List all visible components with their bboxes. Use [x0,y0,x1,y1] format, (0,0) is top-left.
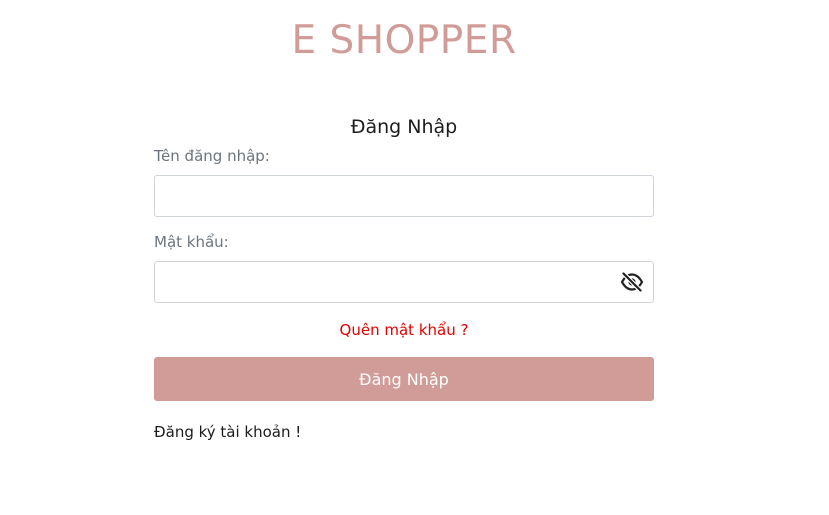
forgot-password-link[interactable]: Quên mật khẩu ? [154,319,654,341]
register-link[interactable]: Đăng ký tài khoản ! [154,421,654,443]
login-page: E SHOPPER Đăng Nhập Tên đăng nhập: Mật k… [0,0,829,515]
form-title: Đăng Nhập [350,116,458,138]
password-field-wrapper [154,261,654,303]
eye-slash-icon[interactable] [620,271,644,293]
password-input[interactable] [155,262,653,302]
username-field-wrapper [154,175,654,217]
username-input[interactable] [155,176,653,216]
brand-logo[interactable]: E SHOPPER [0,18,808,63]
login-form: Đăng Nhập Tên đăng nhập: Mật khẩu: Quên … [154,112,654,443]
password-label: Mật khẩu: [154,233,229,251]
login-button[interactable]: Đăng Nhập [154,357,654,401]
username-label: Tên đăng nhập: [154,147,270,165]
